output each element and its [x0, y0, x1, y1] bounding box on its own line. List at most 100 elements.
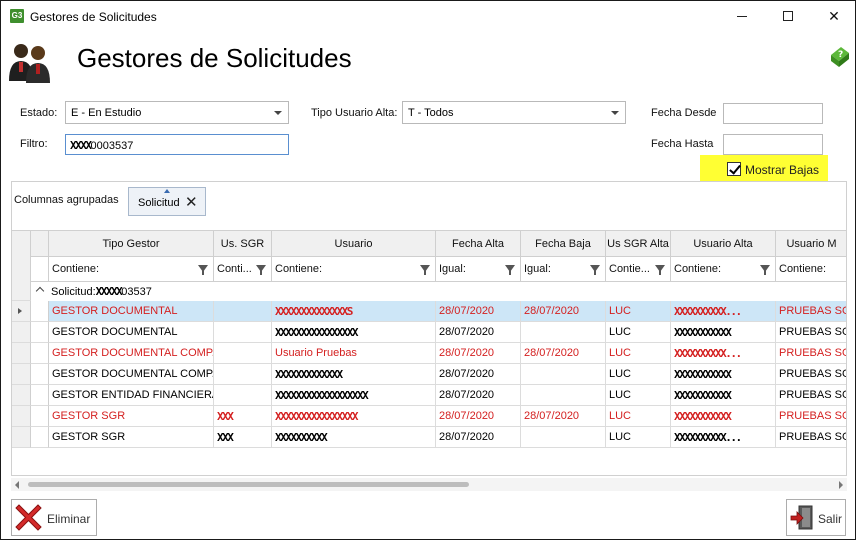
row-indicator	[12, 322, 31, 343]
cell-fecha-alta: 28/07/2020	[436, 322, 521, 343]
column-header-usuario-m[interactable]: Usuario M	[776, 231, 846, 257]
page-title: Gestores de Solicitudes	[77, 43, 352, 73]
scroll-left-icon[interactable]	[15, 481, 19, 489]
filter-operator: Contiene:	[779, 263, 827, 275]
mostrar-bajas-label[interactable]: Mostrar Bajas	[745, 163, 819, 177]
row-indicator	[12, 385, 31, 406]
column-header-tipo-gestor[interactable]: Tipo Gestor	[49, 231, 214, 257]
redacted-text: XXXXXXXXXXXXXXS	[275, 305, 353, 318]
filter-operator: Contiene:	[275, 263, 323, 275]
cell-usuario: XXXXXXXXXXXXXXXXXX	[272, 385, 436, 406]
group-indent	[31, 364, 49, 385]
group-row-value: 03537	[121, 286, 152, 298]
redacted-text: XXX	[217, 410, 234, 423]
group-indent	[31, 322, 49, 343]
filter-operator: Contiene:	[674, 263, 722, 275]
cell-usuario-alta: XXXXXXXXXXX	[671, 406, 776, 427]
chevron-up-icon[interactable]	[35, 286, 45, 296]
svg-text:?: ?	[838, 50, 843, 60]
column-header-us-sgr[interactable]: Us. SGR	[214, 231, 272, 257]
tipo-usuario-select[interactable]: T - Todos	[402, 101, 626, 124]
redacted-text: XXXXXXXXXXXXXXXXXX	[275, 389, 369, 402]
table-row[interactable]: GESTOR DOCUMENTAL COMP... Usuario Pruebas…	[49, 343, 846, 364]
scrollbar-thumb[interactable]	[28, 482, 469, 487]
sort-ascending-icon	[164, 189, 170, 193]
group-indent	[31, 406, 49, 427]
horizontal-scrollbar[interactable]	[11, 478, 847, 491]
tipo-usuario-label: Tipo Usuario Alta:	[311, 107, 398, 119]
eliminar-button[interactable]: Eliminar	[11, 499, 97, 536]
redacted-text: XXXXXXXXXXXXX	[275, 368, 343, 381]
cell-fecha-alta: 28/07/2020	[436, 343, 521, 364]
cell-usuario-m: PRUEBAS SGR	[776, 343, 846, 364]
column-header-fecha-baja[interactable]: Fecha Baja	[521, 231, 606, 257]
filter-funnel-icon[interactable]	[655, 265, 665, 275]
filter-funnel-icon[interactable]	[590, 265, 600, 275]
app-icon: G3	[10, 9, 24, 23]
group-chip-solicitud[interactable]: Solicitud ✕	[128, 187, 206, 216]
table-row[interactable]: GESTOR ENTIDAD FINANCIERA XXXXXXXXXXXXXXX…	[49, 385, 846, 406]
row-indicator	[12, 343, 31, 364]
filter-cell-fecha-alta[interactable]: Igual:	[436, 257, 521, 282]
group-by-label: Columnas agrupadas	[14, 194, 119, 206]
cell-usuario-m: PRUEBAS SGR	[776, 364, 846, 385]
cell-fecha-baja	[521, 322, 606, 343]
filter-cell-us-sgr[interactable]: Conti...	[214, 257, 272, 282]
table-row[interactable]: GESTOR SGR XXX XXXXXXXXXX 28/07/2020 LUC XXXX…	[49, 427, 846, 448]
cell-us-sgr	[214, 301, 272, 322]
scroll-right-icon[interactable]	[839, 481, 843, 489]
help-icon[interactable]: ?	[827, 45, 851, 69]
salir-button[interactable]: Salir	[786, 499, 846, 536]
close-button[interactable]: ✕	[811, 1, 856, 32]
filter-cell-usuario-alta[interactable]: Contiene:	[671, 257, 776, 282]
cell-tipo-gestor: GESTOR ENTIDAD FINANCIERA	[49, 385, 214, 406]
fecha-hasta-input[interactable]	[723, 134, 823, 155]
filter-funnel-icon[interactable]	[760, 265, 770, 275]
row-indicator	[12, 427, 31, 448]
filter-operator: Conti...	[217, 263, 252, 275]
table-row[interactable]: GESTOR SGR XXX XXXXXXXXXXXXXXXX 28/07/2020 2…	[49, 406, 846, 427]
redacted-text: XXXXXXXXXX...	[674, 305, 742, 318]
filter-funnel-icon[interactable]	[420, 265, 430, 275]
column-header-fecha-alta[interactable]: Fecha Alta	[436, 231, 521, 257]
filter-cell-tipo-gestor[interactable]: Contiene:	[49, 257, 214, 282]
filter-cell-us-sgr-alta[interactable]: Contie...	[606, 257, 671, 282]
table-row[interactable]: GESTOR DOCUMENTAL XXXXXXXXXXXXXXS 28/07/20…	[49, 301, 846, 322]
estado-select[interactable]: E - En Estudio	[65, 101, 289, 124]
users-icon	[9, 44, 50, 83]
filter-funnel-icon[interactable]	[198, 265, 208, 275]
filter-funnel-icon[interactable]	[505, 265, 515, 275]
close-icon[interactable]: ✕	[185, 193, 198, 211]
group-indent	[31, 301, 49, 322]
cell-usuario-m: PRUEBAS SGR	[776, 385, 846, 406]
cell-usuario-alta: XXXXXXXXXX...	[671, 343, 776, 364]
exit-door-icon	[790, 505, 813, 530]
fecha-desde-input[interactable]	[723, 103, 823, 124]
cell-tipo-gestor: GESTOR DOCUMENTAL	[49, 301, 214, 322]
table-row[interactable]: GESTOR DOCUMENTAL XXXXXXXXXXXXXXXX 28/07/2…	[49, 322, 846, 343]
fecha-hasta-label: Fecha Hasta	[651, 138, 714, 150]
cell-us-sgr: XXX	[214, 406, 272, 427]
column-header-us-sgr-alta[interactable]: Us SGR Alta	[606, 231, 671, 257]
column-header-usuario[interactable]: Usuario	[272, 231, 436, 257]
table-row[interactable]: GESTOR DOCUMENTAL COMP... XXXXXXXXXXXXX 28…	[49, 364, 846, 385]
filter-cell-usuario[interactable]: Contiene:	[272, 257, 436, 282]
cell-us-sgr	[214, 322, 272, 343]
group-indent	[31, 427, 49, 448]
filter-cell-fecha-baja[interactable]: Igual:	[521, 257, 606, 282]
cell-fecha-baja	[521, 385, 606, 406]
filter-cell-usuario-m[interactable]: Contiene:	[776, 257, 846, 282]
filtro-input[interactable]: XXXX0003537	[65, 134, 289, 155]
estado-value: E - En Estudio	[71, 107, 142, 119]
group-indent	[31, 385, 49, 406]
minimize-button[interactable]	[719, 1, 765, 32]
column-header-usuario-alta[interactable]: Usuario Alta	[671, 231, 776, 257]
mostrar-bajas-checkbox[interactable]	[727, 162, 741, 176]
group-indent	[31, 343, 49, 364]
group-indent-filter	[31, 257, 49, 282]
group-row-solicitud[interactable]: Solicitud:XXXXX03537	[31, 282, 846, 301]
filter-funnel-icon[interactable]	[256, 265, 266, 275]
redacted-text: XXXX	[70, 139, 92, 152]
cell-tipo-gestor: GESTOR SGR	[49, 427, 214, 448]
maximize-button[interactable]	[765, 1, 811, 32]
